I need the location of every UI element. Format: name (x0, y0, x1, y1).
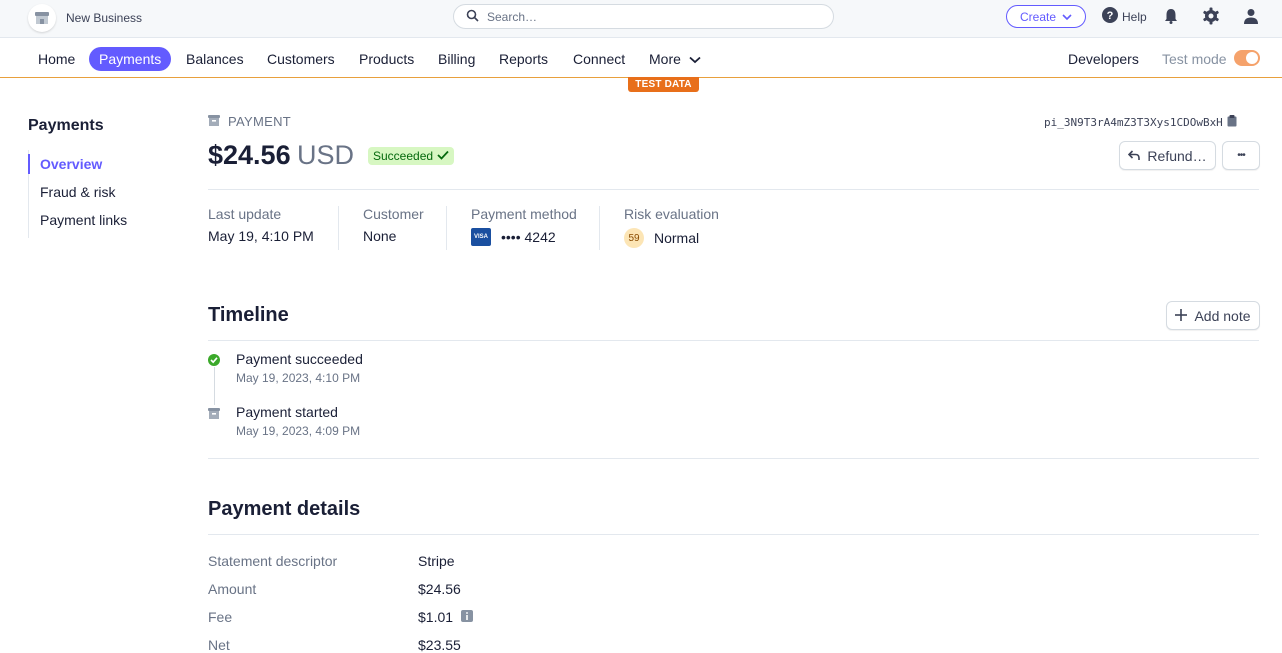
detail-value: Stripe (418, 553, 455, 569)
more-dots-icon: ••• (1237, 150, 1245, 161)
card-last4: •••• 4242 (501, 229, 556, 245)
refund-icon (1128, 148, 1141, 164)
timeline-event-time: May 19, 2023, 4:10 PM (236, 371, 361, 385)
sidebar-item-overview[interactable]: Overview (40, 156, 102, 172)
payment-id[interactable]: pi_3N9T3rA4mZ3T3Xys1CDOwBxH (1044, 115, 1237, 130)
timeline-title: Timeline (208, 304, 289, 326)
divider (208, 458, 1259, 459)
top-bar: New Business Create ? Help (0, 0, 1282, 38)
test-mode-label: Test mode (1162, 51, 1227, 67)
divider (208, 534, 1259, 535)
visa-card-icon: VISA (471, 228, 491, 246)
summary-customer: Customer None (338, 206, 447, 250)
success-check-icon (208, 354, 220, 366)
risk-label: Risk evaluation (624, 206, 719, 222)
search-icon (466, 9, 479, 25)
summary-payment-method: Payment method VISA •••• 4242 (446, 206, 600, 250)
timeline-connector (214, 367, 215, 405)
nav-connect[interactable]: Connect (573, 47, 625, 71)
help-label: Help (1122, 9, 1147, 24)
sidebar-item-fraud-risk[interactable]: Fraud & risk (40, 184, 115, 200)
nav-developers[interactable]: Developers (1068, 47, 1139, 71)
last-update-label: Last update (208, 206, 282, 222)
payment-icon (208, 114, 220, 129)
payment-type-label: PAYMENT (208, 114, 291, 129)
svg-text:?: ? (1107, 10, 1114, 22)
status-badge: Succeeded (368, 147, 455, 165)
fee-amount: $1.01 (418, 609, 454, 625)
sidebar-item-payment-links[interactable]: Payment links (40, 212, 127, 228)
main-nav: Home Payments Balances Customers Product… (0, 38, 1282, 78)
payment-method-value: VISA •••• 4242 (471, 228, 600, 246)
sidebar-nav: Overview Fraud & risk Payment links (28, 150, 127, 238)
nav-billing[interactable]: Billing (438, 47, 475, 71)
nav-payments[interactable]: Payments (89, 47, 172, 71)
payment-amount: $24.56 (208, 140, 291, 170)
refund-button[interactable]: Refund… (1119, 141, 1216, 170)
timeline-event-title: Payment succeeded (236, 351, 363, 367)
timeline-event-title: Payment started (236, 404, 338, 420)
risk-value[interactable]: 59 Normal (624, 228, 759, 248)
detail-label: Amount (208, 581, 257, 597)
payment-currency: USD (297, 140, 355, 170)
nav-products[interactable]: Products (359, 47, 414, 71)
risk-level: Normal (654, 230, 700, 246)
summary-risk: Risk evaluation 59 Normal (599, 206, 759, 250)
help-button[interactable]: ? Help (1102, 7, 1147, 26)
business-switcher[interactable]: New Business (28, 4, 142, 32)
nav-customers[interactable]: Customers (267, 47, 335, 71)
test-data-badge: TEST DATA (628, 77, 699, 92)
check-icon (437, 149, 449, 163)
gear-icon[interactable] (1202, 7, 1220, 25)
detail-value-fee: $1.01 (418, 609, 474, 625)
status-text: Succeeded (373, 149, 434, 163)
chevron-down-icon (1062, 10, 1072, 24)
add-note-button[interactable]: Add note (1166, 301, 1260, 330)
customer-label: Customer (363, 206, 424, 222)
help-icon: ? (1102, 7, 1118, 26)
add-note-label: Add note (1194, 307, 1251, 324)
divider (208, 340, 1259, 341)
detail-value: $24.56 (418, 581, 461, 597)
last-update-value: May 19, 4:10 PM (208, 228, 314, 244)
create-label: Create (1019, 9, 1057, 24)
summary-last-update: Last update May 19, 4:10 PM (208, 206, 338, 250)
nav-home[interactable]: Home (38, 47, 75, 71)
nav-more-label: More (649, 51, 681, 67)
payment-id-text: pi_3N9T3rA4mZ3T3Xys1CDOwBxH (1044, 116, 1223, 129)
divider (208, 189, 1259, 190)
search-input[interactable] (487, 9, 807, 24)
detail-value: $23.55 (418, 637, 461, 653)
nav-reports[interactable]: Reports (499, 47, 548, 71)
payment-details-title: Payment details (208, 498, 361, 520)
business-name: New Business (66, 11, 143, 25)
refund-label: Refund… (1147, 147, 1207, 164)
sidebar-title: Payments (28, 117, 104, 134)
payment-label-text: PAYMENT (228, 114, 292, 129)
risk-score-badge: 59 (624, 228, 644, 248)
payment-method-label: Payment method (471, 206, 577, 222)
chevron-down-icon (689, 47, 701, 71)
active-indicator (28, 154, 30, 174)
nav-balances[interactable]: Balances (186, 47, 244, 71)
detail-label: Statement descriptor (208, 553, 338, 569)
plus-icon (1175, 308, 1188, 324)
store-icon (28, 4, 56, 32)
bell-icon[interactable] (1162, 7, 1180, 25)
more-actions-button[interactable]: ••• (1222, 141, 1260, 170)
detail-label: Net (208, 637, 230, 653)
copy-icon[interactable] (1227, 115, 1237, 130)
nav-more[interactable]: More (649, 47, 701, 71)
timeline-event-time: May 19, 2023, 4:09 PM (236, 424, 361, 438)
detail-label: Fee (208, 609, 233, 625)
user-icon[interactable] (1242, 7, 1260, 25)
customer-value: None (363, 228, 397, 244)
create-button[interactable]: Create (1006, 5, 1086, 28)
search-box[interactable] (453, 4, 834, 29)
payment-icon (208, 407, 220, 419)
info-icon[interactable] (461, 609, 474, 625)
test-mode-toggle[interactable] (1234, 50, 1260, 66)
